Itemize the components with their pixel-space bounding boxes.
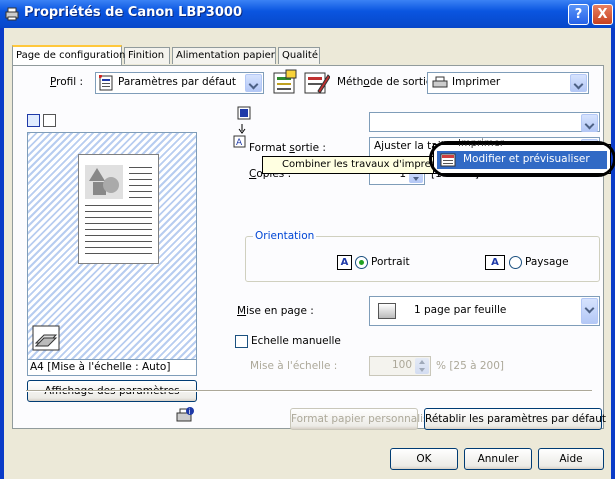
tab-page-setup[interactable]: Page de configuration	[12, 45, 125, 65]
help-title-button[interactable]: ?	[568, 4, 589, 25]
layout-select[interactable]: 1 page par feuille	[369, 296, 600, 326]
tab-paper-source[interactable]: Alimentation papier	[172, 47, 276, 64]
arrow-down-icon	[238, 124, 246, 134]
page-preview	[27, 132, 197, 360]
help-button[interactable]: Aide	[538, 448, 604, 470]
cancel-button[interactable]: Annuler	[464, 448, 532, 470]
restore-defaults-button[interactable]: Rétablir les paramètres par défaut	[424, 408, 606, 430]
printer-small-icon	[432, 76, 448, 88]
orientation-label: Orientation	[253, 230, 317, 242]
profile-select[interactable]: Paramètres par défaut	[95, 72, 264, 94]
callout-oval	[429, 141, 615, 177]
paper-stack-icon	[32, 325, 60, 351]
output-method-label: Méthode de sortie :	[337, 76, 440, 88]
separator	[26, 390, 592, 392]
title-bar[interactable]: Propriétés de Canon LBP3000 ? X	[0, 0, 615, 28]
window-title: Propriétés de Canon LBP3000	[24, 5, 242, 20]
spin-arrows-icon[interactable]	[415, 358, 429, 374]
preview-caption-box: A4 [Mise à l'échelle : Auto]	[27, 360, 197, 376]
profile-icon	[99, 75, 113, 91]
output-size-label: Format sortie :	[249, 142, 326, 154]
printer-icon	[5, 7, 19, 21]
custom-paper-button[interactable]: Format papier personnalisé...	[290, 408, 445, 430]
svg-text:A: A	[236, 138, 243, 148]
portrait-radio[interactable]	[355, 256, 368, 269]
manual-scaling-checkbox[interactable]	[235, 335, 248, 348]
landscape-radio[interactable]	[509, 256, 522, 269]
chevron-down-icon[interactable]	[581, 298, 598, 324]
close-button[interactable]: X	[592, 4, 613, 25]
ok-button[interactable]: OK	[390, 448, 458, 470]
scaling-label: Mise à l'échelle :	[250, 360, 338, 372]
page-size-select[interactable]	[369, 112, 600, 132]
profile-label: Profil :	[50, 76, 84, 88]
printer-view-icon[interactable]	[43, 114, 56, 127]
scaling-stepper[interactable]: 100	[369, 356, 431, 376]
svg-text:i: i	[189, 408, 191, 416]
chevron-down-icon[interactable]	[245, 74, 262, 92]
output-method-select[interactable]: Imprimer	[427, 72, 589, 94]
portrait-icon: A	[337, 255, 352, 270]
add-profile-button[interactable]	[271, 69, 299, 96]
dialog-window: Propriétés de Canon LBP3000 ? X Page de …	[0, 0, 615, 479]
tab-panel: Profil : Paramètres par défaut Méthode d…	[12, 65, 615, 429]
tooltip: Combiner les travaux d'impression, c	[262, 156, 437, 174]
printer-info-icon[interactable]: i	[175, 406, 195, 424]
preview-page	[78, 154, 159, 264]
landscape-label: Paysage	[525, 256, 569, 268]
chevron-down-icon[interactable]	[570, 74, 587, 92]
layout-label: Mise en page :	[237, 305, 314, 317]
portrait-label: Portrait	[371, 256, 410, 268]
manual-scaling-label: Echelle manuelle	[251, 335, 341, 347]
dialog-body: Page de configuration Finition Alimentat…	[4, 28, 615, 479]
chevron-down-icon[interactable]	[581, 114, 598, 132]
tab-quality[interactable]: Qualité	[278, 47, 320, 64]
edit-profile-icon	[304, 72, 331, 94]
scaling-range: % [25 à 200]	[436, 360, 505, 372]
preview-graphic-icon	[85, 165, 123, 199]
page-view-icon[interactable]	[27, 114, 40, 127]
page-size-icon	[237, 106, 251, 120]
add-profile-icon	[273, 69, 297, 94]
edit-profile-button[interactable]	[302, 69, 331, 96]
layout-page-icon	[378, 303, 396, 319]
landscape-icon: A	[485, 255, 505, 270]
tab-finishing[interactable]: Finition	[124, 47, 170, 64]
output-size-icon: A	[233, 135, 246, 148]
